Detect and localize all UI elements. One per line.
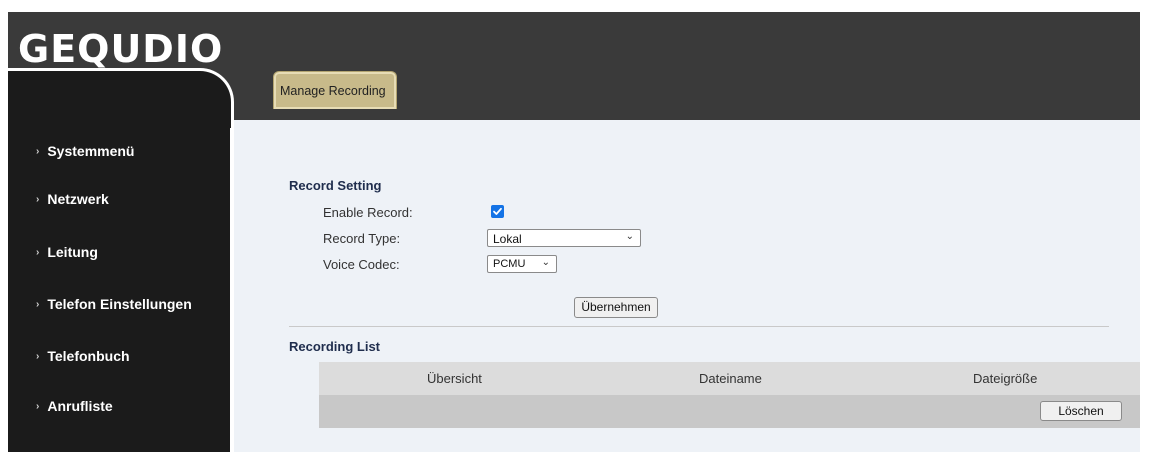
section-divider xyxy=(289,326,1109,327)
recording-list-title: Recording List xyxy=(289,339,381,354)
record-type-value: Lokal xyxy=(493,232,522,246)
delete-button[interactable]: Löschen xyxy=(1040,401,1122,421)
sidebar-item-systemmenu[interactable]: › Systemmenü xyxy=(36,143,135,159)
brand-logo: GEQUDIO xyxy=(18,27,224,71)
column-header-overview: Übersicht xyxy=(427,371,482,386)
sidebar-item-netzwerk[interactable]: › Netzwerk xyxy=(36,191,109,207)
sidebar-header xyxy=(8,68,234,128)
enable-record-checkbox[interactable] xyxy=(491,205,504,218)
recording-table-header: Übersicht Dateiname Dateigröße xyxy=(319,362,1140,395)
checkmark-icon xyxy=(493,207,502,215)
sidebar-item-label: Telefonbuch xyxy=(47,348,130,364)
column-header-filesize: Dateigröße xyxy=(973,371,1038,386)
record-type-label: Record Type: xyxy=(323,231,401,246)
sidebar-item-label: Telefon Einstellungen xyxy=(47,296,192,312)
voice-codec-label: Voice Codec: xyxy=(323,257,400,272)
chevron-right-icon: › xyxy=(36,350,40,362)
chevron-down-icon: ⌄ xyxy=(541,257,550,268)
sidebar-item-label: Systemmenü xyxy=(47,143,135,159)
chevron-right-icon: › xyxy=(36,145,40,157)
chevron-right-icon: › xyxy=(36,298,40,310)
tab-label: Manage Recording xyxy=(280,84,386,98)
record-setting-title: Record Setting xyxy=(289,178,382,193)
sidebar-item-label: Anrufliste xyxy=(47,398,113,414)
sidebar-item-label: Netzwerk xyxy=(47,191,109,207)
column-header-filename: Dateiname xyxy=(699,371,762,386)
chevron-right-icon: › xyxy=(36,246,40,258)
chevron-down-icon: ⌄ xyxy=(625,231,634,242)
sidebar: › Systemmenü › Netzwerk › Leitung › Tele… xyxy=(8,120,230,452)
sidebar-item-telefon-einstellungen[interactable]: › Telefon Einstellungen xyxy=(36,296,192,312)
sidebar-item-label: Leitung xyxy=(47,244,98,260)
sidebar-item-telefonbuch[interactable]: › Telefonbuch xyxy=(36,348,130,364)
apply-button[interactable]: Übernehmen xyxy=(574,297,658,318)
tab-manage-recording[interactable]: Manage Recording xyxy=(273,71,397,109)
voice-codec-select[interactable]: PCMU ⌄ xyxy=(487,255,557,273)
chevron-right-icon: › xyxy=(36,400,40,412)
recording-table-actions-row: Löschen xyxy=(319,395,1140,428)
sidebar-item-leitung[interactable]: › Leitung xyxy=(36,244,98,260)
record-type-select[interactable]: Lokal ⌄ xyxy=(487,229,641,247)
chevron-right-icon: › xyxy=(36,193,40,205)
voice-codec-value: PCMU xyxy=(493,258,526,270)
enable-record-label: Enable Record: xyxy=(323,205,413,220)
sidebar-item-anrufliste[interactable]: › Anrufliste xyxy=(36,398,113,414)
